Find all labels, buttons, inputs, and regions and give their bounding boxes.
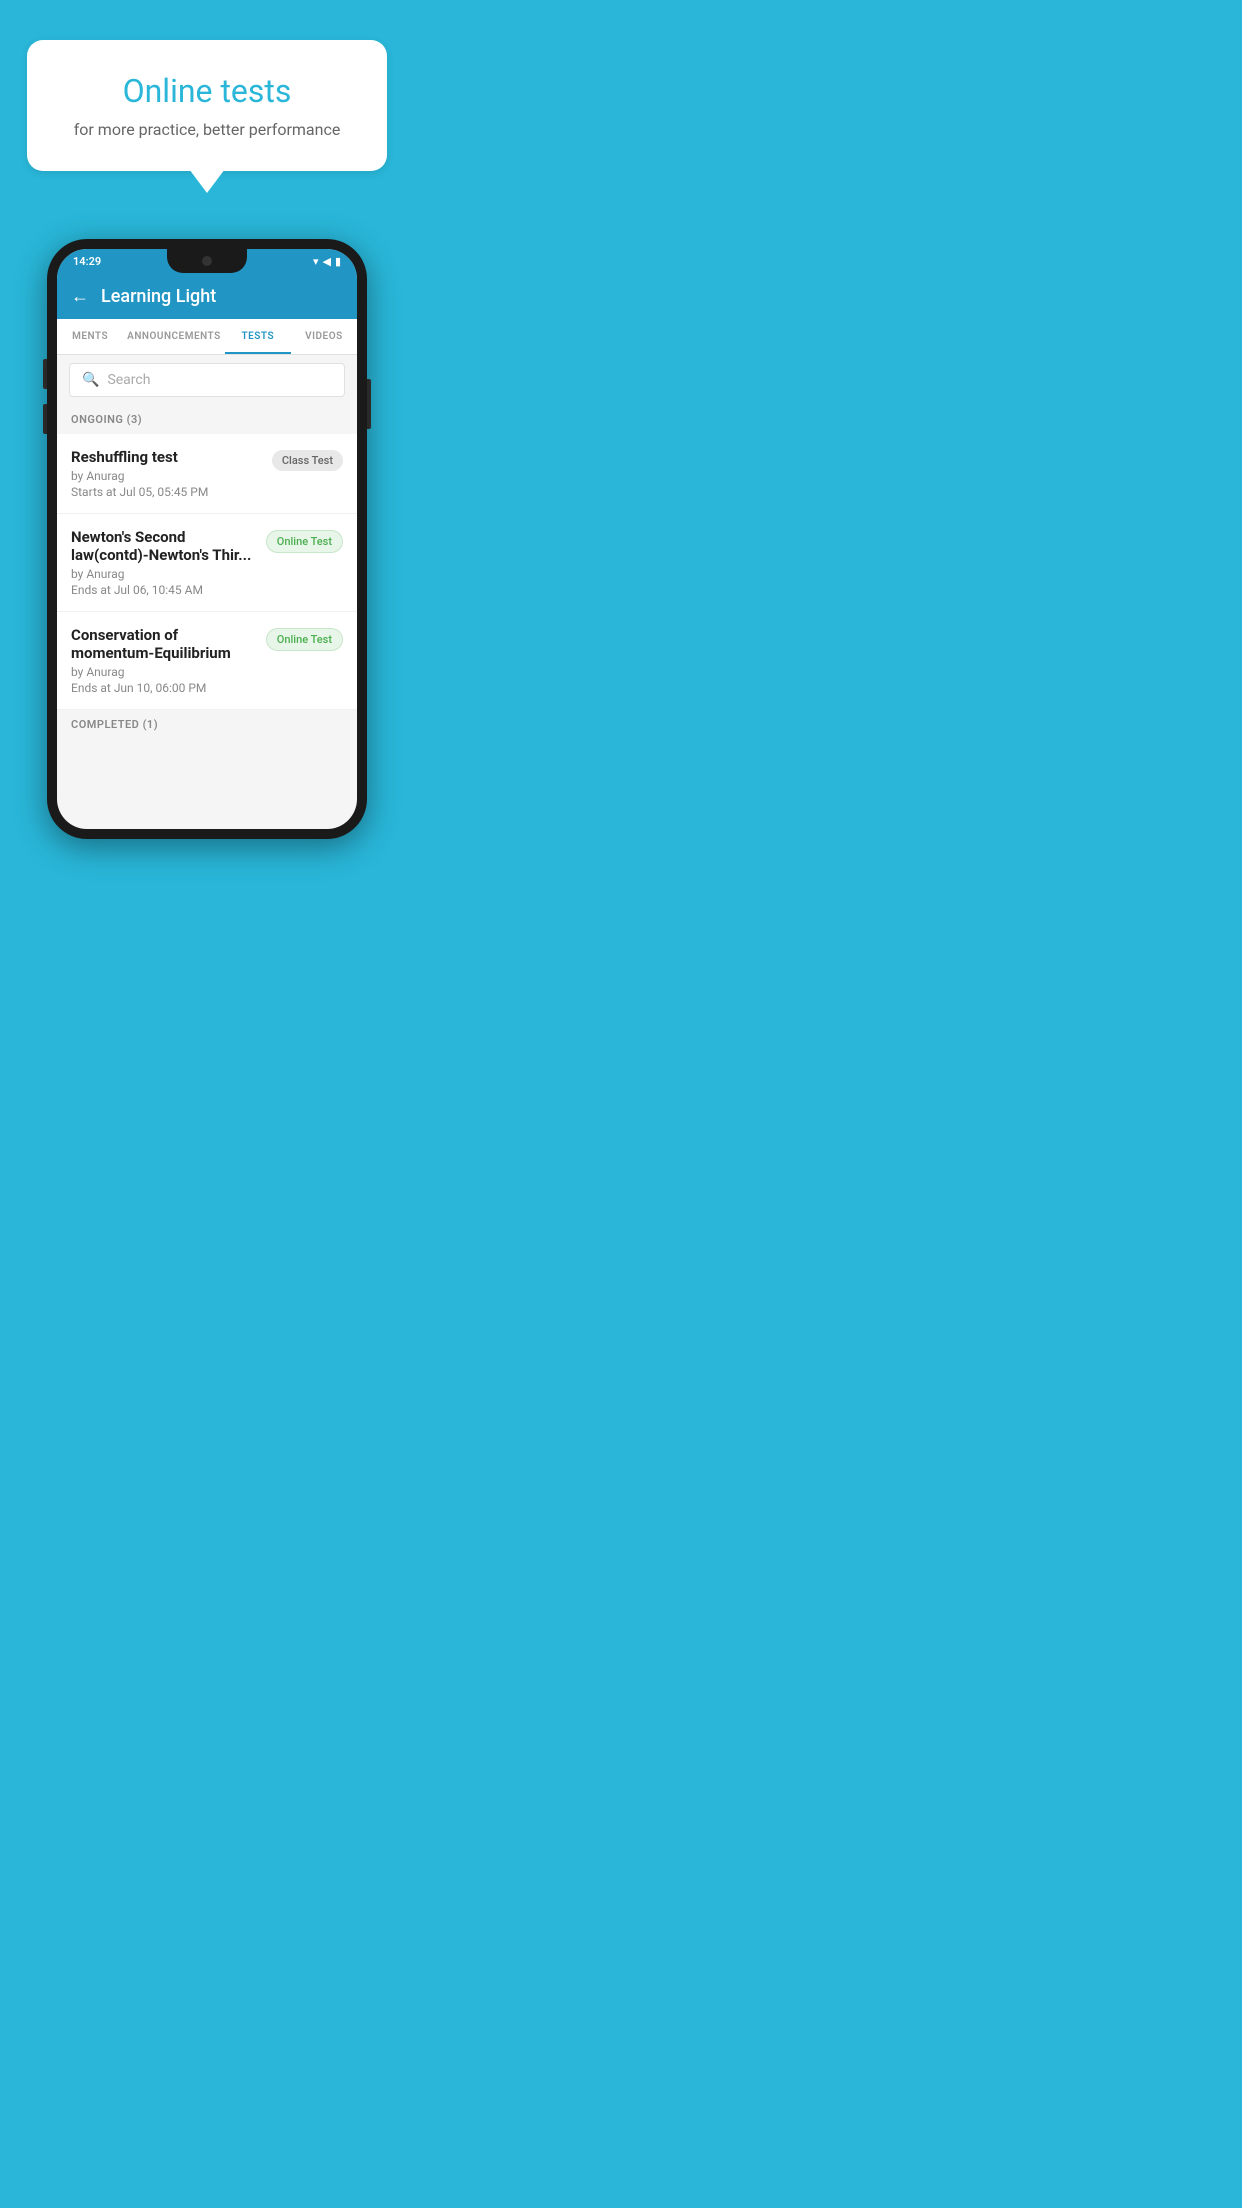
test-author: by Anurag [71,469,264,483]
phone-btn-power [367,379,371,429]
test-author: by Anurag [71,665,258,679]
test-name: Reshuffling test [71,448,264,466]
status-time: 14:29 [73,255,101,268]
wifi-icon: ▾ [313,255,319,268]
test-badge-class: Class Test [272,450,343,471]
app-bar: ← Learning Light [57,274,357,319]
search-input[interactable]: Search [107,372,150,388]
test-date: Ends at Jul 06, 10:45 AM [71,583,258,597]
test-name: Conservation of momentum-Equilibrium [71,626,258,662]
phone-notch [167,249,247,273]
test-badge-online: Online Test [266,530,343,553]
search-bar: 🔍 Search [57,355,357,405]
tab-announcements[interactable]: ANNOUNCEMENTS [123,319,225,354]
search-icon: 🔍 [82,372,99,388]
app-bar-title: Learning Light [101,286,216,307]
test-info: Reshuffling test by Anurag Starts at Jul… [71,448,264,499]
test-info: Newton's Second law(contd)-Newton's Thir… [71,528,258,597]
tab-videos[interactable]: VIDEOS [291,319,357,354]
phone-outer: 14:29 ▾ ◀ ▮ ← Learning Light MENTS ANNOU… [47,239,367,839]
search-input-wrap[interactable]: 🔍 Search [69,363,345,397]
tab-ments[interactable]: MENTS [57,319,123,354]
test-author: by Anurag [71,567,258,581]
speech-bubble: Online tests for more practice, better p… [27,40,387,171]
tab-tests[interactable]: TESTS [225,319,291,354]
list-item[interactable]: Reshuffling test by Anurag Starts at Jul… [57,434,357,514]
completed-section-header: COMPLETED (1) [57,710,357,739]
promo-subtitle: for more practice, better performance [55,120,359,139]
phone-mockup: 14:29 ▾ ◀ ▮ ← Learning Light MENTS ANNOU… [47,239,367,839]
test-info: Conservation of momentum-Equilibrium by … [71,626,258,695]
signal-icon: ◀ [322,255,330,268]
test-name: Newton's Second law(contd)-Newton's Thir… [71,528,258,564]
ongoing-section-header: ONGOING (3) [57,405,357,434]
test-date: Ends at Jun 10, 06:00 PM [71,681,258,695]
test-badge-online-2: Online Test [266,628,343,651]
test-list: Reshuffling test by Anurag Starts at Jul… [57,434,357,710]
battery-icon: ▮ [335,255,341,268]
status-icons: ▾ ◀ ▮ [313,255,341,268]
back-button[interactable]: ← [71,286,89,307]
list-item[interactable]: Newton's Second law(contd)-Newton's Thir… [57,514,357,612]
phone-screen: 14:29 ▾ ◀ ▮ ← Learning Light MENTS ANNOU… [57,249,357,829]
test-date: Starts at Jul 05, 05:45 PM [71,485,264,499]
front-camera [202,256,212,266]
list-item[interactable]: Conservation of momentum-Equilibrium by … [57,612,357,710]
promo-title: Online tests [55,72,359,110]
promo-area: Online tests for more practice, better p… [0,0,414,191]
tabs: MENTS ANNOUNCEMENTS TESTS VIDEOS [57,319,357,355]
